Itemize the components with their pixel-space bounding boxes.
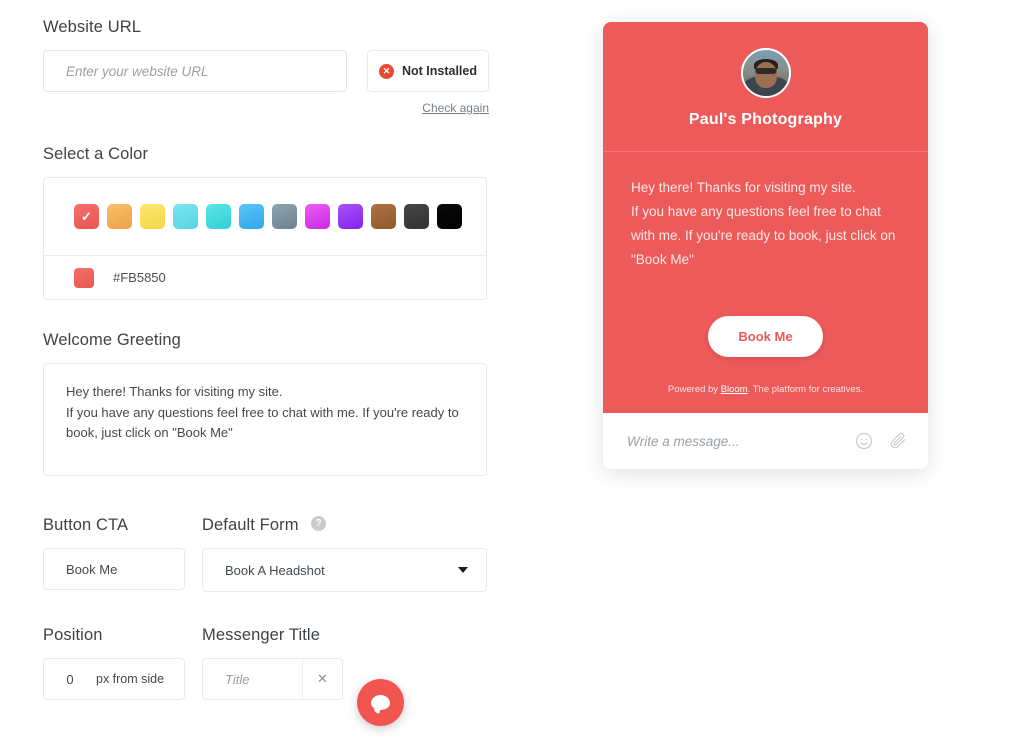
widget-body: Hey there! Thanks for visiting my site. … [603,152,928,357]
settings-page: Website URL ✕ Not Installed Check again … [0,0,1024,754]
chat-widget-preview: Paul's Photography Hey there! Thanks for… [603,22,928,469]
widget-powered-by: Powered by Bloom. The platform for creat… [603,357,928,413]
position-group: Position 0 px from side [43,626,202,700]
selected-color-chip [74,267,94,288]
website-url-row: ✕ Not Installed Check again [43,50,489,115]
smiley-icon[interactable] [854,431,874,451]
color-swatch-light-cyan[interactable] [173,204,198,229]
paperclip-icon[interactable] [888,431,908,451]
color-swatch-coral-red[interactable]: ✓ [74,204,99,229]
welcome-greeting-label: Welcome Greeting [43,331,181,349]
widget-header: Paul's Photography [603,22,928,152]
select-color-label: Select a Color [43,145,149,163]
avatar [740,48,791,98]
website-url-input[interactable] [43,50,347,92]
position-input[interactable]: 0 px from side [43,658,185,700]
position-title-row: Position 0 px from side Messenger Title … [43,626,489,700]
install-status-badge: ✕ Not Installed [367,50,489,92]
button-cta-input[interactable]: Book Me [43,548,185,590]
chevron-down-icon [458,567,468,573]
cta-form-row: Button CTA Book Me Default Form ? Book A… [43,516,489,592]
messenger-title-label: Messenger Title [202,626,320,644]
color-swatch-black[interactable] [437,204,462,229]
default-form-selected-value: Book A Headshot [225,562,325,578]
check-icon: ✓ [81,209,92,224]
website-url-label: Website URL [43,18,141,36]
bloom-link[interactable]: Bloom [721,384,748,395]
close-icon[interactable]: ✕ [302,659,342,699]
messenger-title-input[interactable] [203,659,302,699]
color-swatch-purple[interactable] [338,204,363,229]
color-swatch-brown[interactable] [371,204,396,229]
widget-message-input[interactable] [627,433,840,449]
color-group: Select a Color ✓ #FB5850 [43,145,489,300]
selected-color-hex: #FB5850 [113,270,166,285]
install-status-text: Not Installed [401,64,477,78]
powered-by-suffix: . The platform for creatives. [747,384,864,395]
welcome-greeting-textarea[interactable]: Hey there! Thanks for visiting my site. … [43,363,487,476]
avatar-glasses [755,68,776,75]
messenger-title-wrap: ✕ [202,658,343,700]
selected-color-row: #FB5850 [44,255,486,299]
settings-form: Website URL ✕ Not Installed Check again … [43,18,489,700]
color-swatch-sky-blue[interactable] [239,204,264,229]
widget-message-input-row [603,413,928,469]
messenger-title-group: Messenger Title ✕ [202,626,487,700]
widget-cta-wrap: Book Me [631,272,900,357]
color-swatch-turquoise[interactable] [206,204,231,229]
default-form-label: Default Form ? [202,516,487,535]
greeting-group: Welcome Greeting Hey there! Thanks for v… [43,331,489,481]
color-swatch-yellow[interactable] [140,204,165,229]
website-url-group: Website URL ✕ Not Installed Check again [43,18,489,115]
color-swatch-magenta[interactable] [305,204,330,229]
color-picker-card: ✓ #FB5850 [43,177,487,300]
chat-launcher-button[interactable] [357,679,404,726]
error-circle-icon: ✕ [378,63,394,79]
question-mark-icon[interactable]: ? [311,516,327,532]
avatar-face [754,61,777,88]
widget-title: Paul's Photography [688,111,843,128]
button-cta-label: Button CTA [43,516,129,534]
button-cta-value: Book Me [66,561,118,577]
powered-by-prefix: Powered by [667,384,721,395]
position-unit: px from side [96,672,165,686]
chat-bubble-icon [371,695,390,710]
position-value: 0 [66,671,74,687]
color-swatch-slate-gray[interactable] [272,204,297,229]
color-swatch-dark-gray[interactable] [404,204,429,229]
button-cta-group: Button CTA Book Me [43,516,202,592]
default-form-label-text: Default Form [202,516,299,534]
default-form-select[interactable]: Book A Headshot [202,548,487,592]
widget-welcome-message: Hey there! Thanks for visiting my site. … [631,180,896,267]
check-again-link[interactable]: Check again [422,101,489,115]
color-swatch-row: ✓ [44,178,486,255]
position-label: Position [43,626,103,644]
install-status-wrap: ✕ Not Installed Check again [367,50,489,115]
color-swatch-orange-amber[interactable] [107,204,132,229]
widget-book-me-button[interactable]: Book Me [708,316,823,357]
default-form-group: Default Form ? Book A Headshot [202,516,487,592]
